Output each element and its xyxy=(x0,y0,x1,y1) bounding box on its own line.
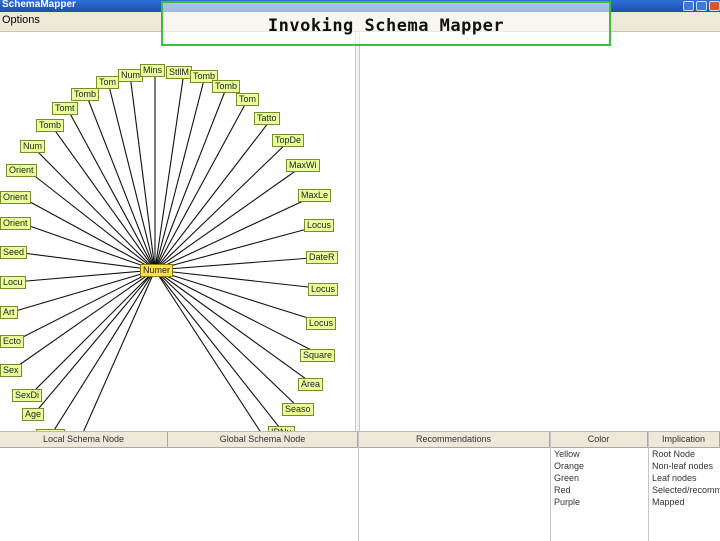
legend-implication: Root Node xyxy=(652,449,696,459)
schema-node[interactable]: Locu xyxy=(0,276,26,289)
graph-edge xyxy=(154,194,317,271)
root-schema-node[interactable]: Numer xyxy=(140,264,174,277)
legend-implication: Mapped xyxy=(652,497,685,507)
schema-node[interactable]: MaxWi xyxy=(286,159,320,172)
header-local-schema-node[interactable]: Local Schema Node xyxy=(0,432,168,448)
column-separator xyxy=(358,432,359,541)
schema-node[interactable]: Locus xyxy=(304,219,335,232)
schema-node[interactable]: TopDe xyxy=(272,134,305,147)
graph-edge xyxy=(154,71,185,271)
legend-color: Green xyxy=(554,473,580,483)
header-global-schema-node[interactable]: Global Schema Node xyxy=(168,432,358,448)
window-title: SchemaMapper xyxy=(2,0,76,10)
graph-edge xyxy=(154,117,273,271)
graph-edge xyxy=(154,269,314,385)
graph-edge xyxy=(31,145,156,271)
graph-edge xyxy=(52,269,156,431)
schema-node[interactable]: Ecto xyxy=(0,335,25,348)
schema-node[interactable]: SexDi xyxy=(12,389,43,402)
graph-edge xyxy=(154,269,325,324)
maximize-icon[interactable] xyxy=(696,1,707,11)
header-implication[interactable]: Implication xyxy=(648,432,720,448)
schema-node[interactable]: Orient xyxy=(0,217,31,230)
graph-edge xyxy=(14,251,156,271)
schema-node[interactable]: MaxLe xyxy=(298,189,332,202)
close-icon[interactable] xyxy=(709,1,720,11)
schema-node[interactable]: Locus xyxy=(306,317,337,330)
graph-edge xyxy=(154,139,291,271)
graph-edge xyxy=(154,269,322,356)
graph-edge xyxy=(20,222,156,271)
minimize-icon[interactable] xyxy=(683,1,694,11)
column-separator xyxy=(550,432,551,541)
schema-node[interactable]: StllM xyxy=(166,66,192,79)
legend-implication: Non-leaf nodes xyxy=(652,461,714,471)
schema-node[interactable]: Tomb xyxy=(36,119,65,132)
header-color[interactable]: Color xyxy=(550,432,648,448)
header-recommendations[interactable]: Recommendations xyxy=(358,432,550,448)
legend-color: Red xyxy=(554,485,571,495)
schema-node[interactable]: Age xyxy=(22,408,45,421)
legend-color: Yellow xyxy=(554,449,580,459)
menu-options[interactable]: Options xyxy=(2,14,40,26)
global-schema-pane[interactable] xyxy=(360,33,720,431)
graph-edge xyxy=(154,75,206,271)
graph-edge xyxy=(154,269,261,431)
schema-node[interactable]: Seaso xyxy=(282,403,314,416)
schema-node[interactable]: Tatto xyxy=(254,112,280,125)
banner-text: Invoking Schema Mapper xyxy=(267,16,505,36)
schema-node[interactable]: Tom xyxy=(236,93,260,106)
legend-color: Purple xyxy=(554,497,581,507)
schema-node[interactable]: Orient xyxy=(6,164,37,177)
annotation-banner: Invoking Schema Mapper xyxy=(161,1,611,46)
schema-node[interactable]: Tomb xyxy=(212,80,241,93)
schema-node[interactable]: Area xyxy=(298,378,324,391)
schema-node[interactable]: Mins xyxy=(140,64,166,77)
graph-edge xyxy=(83,269,156,431)
schema-graph-pane[interactable]: Num Mins StllM Tom Tomb Tomb Tomb Tomt Tom Tomb Ta… xyxy=(0,33,355,431)
graph-edge xyxy=(154,269,283,431)
legend-implication: Selected/recomm xyxy=(652,485,720,495)
graph-edge xyxy=(154,164,305,271)
graph-edge xyxy=(154,98,249,271)
schema-node[interactable]: DateR xyxy=(306,251,338,264)
schema-node[interactable]: Sex xyxy=(0,364,22,377)
graph-edge xyxy=(154,269,327,290)
schema-node[interactable]: Seed xyxy=(0,246,28,259)
schema-node[interactable]: Tomt xyxy=(52,102,78,115)
schema-node[interactable]: Orient xyxy=(0,191,31,204)
schema-node[interactable]: Art xyxy=(0,306,18,319)
schema-node[interactable]: Tomb xyxy=(71,88,100,101)
schema-node[interactable]: Tom xyxy=(96,76,120,89)
schema-graph-canvas xyxy=(11,70,327,431)
column-separator xyxy=(648,432,649,541)
mapping-table-panel: Local Schema Node Global Schema Node Rec… xyxy=(0,431,720,541)
schema-node[interactable]: Num xyxy=(20,140,46,153)
graph-edge xyxy=(154,269,301,410)
schema-node[interactable]: Square xyxy=(300,349,336,362)
graph-edge xyxy=(107,81,156,271)
legend-color: Orange xyxy=(554,461,585,471)
graph-edge xyxy=(154,85,228,271)
schema-node[interactable]: Locus xyxy=(308,283,339,296)
legend-implication: Leaf nodes xyxy=(652,473,697,483)
